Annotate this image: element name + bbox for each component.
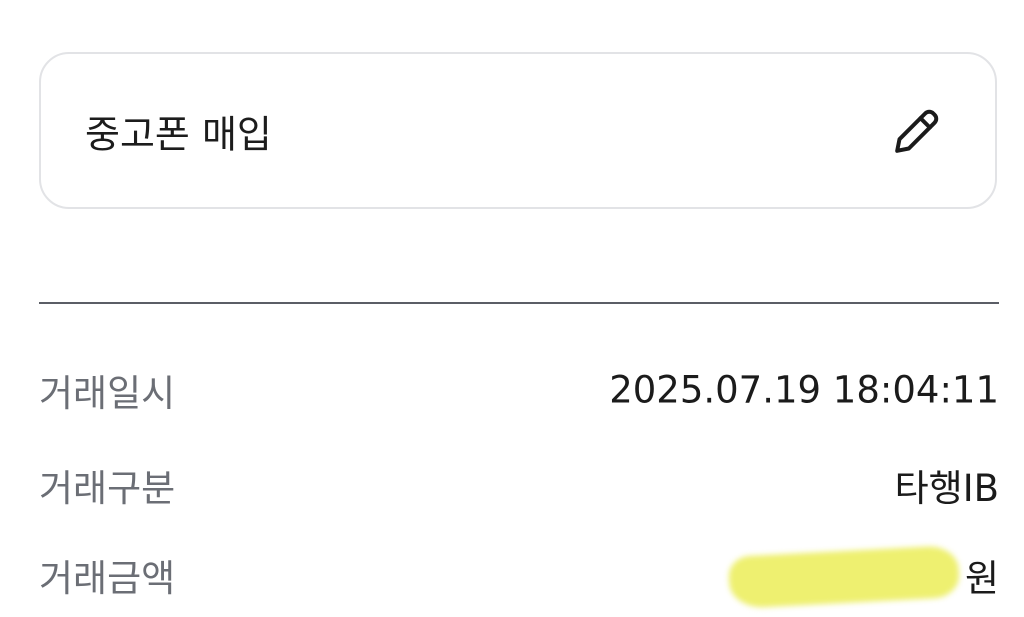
memo-card: 중고폰 매입 xyxy=(39,52,997,209)
redaction-highlight xyxy=(727,545,961,609)
transaction-datetime: 2025.07.19 18:04:11 xyxy=(609,368,999,412)
detail-label: 거래일시 xyxy=(39,372,176,415)
edit-memo-button[interactable] xyxy=(887,101,947,161)
detail-label: 거래금액 xyxy=(39,557,176,600)
detail-row-date: 거래일시 2025.07.19 18:04:11 xyxy=(39,360,999,420)
detail-label: 거래구분 xyxy=(39,467,176,510)
section-divider xyxy=(39,302,999,304)
memo-text: 중고폰 매입 xyxy=(85,112,272,156)
transaction-amount: 원 xyxy=(719,545,999,609)
transaction-type: 타행IB xyxy=(894,467,999,510)
currency-unit: 원 xyxy=(964,557,999,600)
detail-row-amount: 거래금액 원 xyxy=(39,545,999,609)
pencil-icon xyxy=(895,109,939,153)
detail-row-type: 거래구분 타행IB xyxy=(39,455,999,515)
